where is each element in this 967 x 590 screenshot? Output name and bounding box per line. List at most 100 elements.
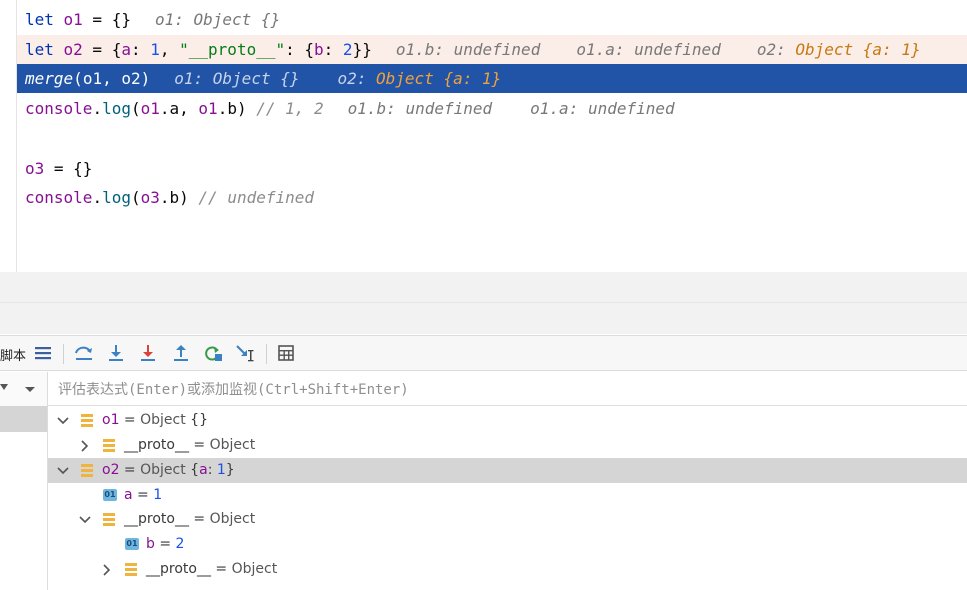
function-name: log	[102, 188, 131, 207]
inline-debug-hint-value: Object {a: 1}	[795, 40, 921, 59]
object-field-icon	[103, 513, 115, 526]
variable-name: __proto__ = Object	[124, 437, 256, 453]
chevron-right-icon[interactable]	[78, 433, 92, 458]
chevron-down-icon[interactable]	[56, 458, 70, 483]
code-text: .b)	[217, 99, 257, 118]
code-comment: // 1, 2	[256, 99, 324, 118]
inline-debug-hint: o1.a: undefined	[530, 99, 675, 118]
code-line-3-execution-point[interactable]: merge(o1, o2) o1: Object {} o2: Object {a:…	[17, 64, 967, 93]
object-field-icon	[125, 563, 137, 576]
code-text: (	[130, 99, 141, 118]
code-text: (	[73, 69, 83, 88]
chevron-down-icon[interactable]	[24, 386, 36, 394]
object-field-icon	[103, 439, 115, 452]
code-text: :	[323, 40, 343, 59]
inline-debug-hint: o2:	[337, 69, 377, 88]
variable-name: o1 = Object {}	[102, 412, 208, 428]
evaluate-expression-row: 评估表达式(Enter)或添加监视(Ctrl+Shift+Enter)	[0, 372, 967, 406]
inline-debug-hint: o1.b: undefined	[395, 40, 541, 59]
inline-debug-hint: o1: Object {}	[154, 10, 281, 29]
code-text: ,	[159, 40, 180, 59]
variable: console	[25, 188, 93, 207]
editor-bottom-area	[0, 272, 967, 334]
variable: o1	[140, 99, 160, 118]
tree-node-o2[interactable]: o2 = Object {a: 1}	[48, 458, 967, 483]
code-line-1[interactable]: let o1 = {} o1: Object {}	[17, 5, 967, 34]
restart-frame-icon[interactable]	[202, 342, 224, 364]
code-text: .b)	[159, 188, 199, 207]
list-icon[interactable]	[32, 342, 54, 364]
code-text: .	[92, 99, 103, 118]
code-text: (	[130, 188, 141, 207]
variable: o1	[63, 10, 83, 29]
keyword: let	[25, 10, 64, 29]
code-line-4[interactable]: console.log(o1.a, o1.b) // 1, 2 o1.b: und…	[17, 94, 967, 123]
variable-name: __proto__ = Object	[146, 561, 278, 577]
variable: o1	[198, 99, 218, 118]
step-out-icon[interactable]	[170, 342, 192, 364]
code-text: :	[130, 40, 151, 59]
code-text: = {}	[44, 159, 93, 178]
object-field-icon	[81, 414, 93, 427]
evaluate-expression-input[interactable]: 评估表达式(Enter)或添加监视(Ctrl+Shift+Enter)	[58, 379, 409, 399]
property: a	[121, 40, 131, 59]
evaluate-icon[interactable]	[275, 342, 297, 364]
code-line-2[interactable]: let o2 = {a: 1, "__proto__": {b: 2}} o1.b…	[17, 35, 967, 64]
code-text: }}	[352, 40, 372, 59]
inline-debug-hint: o1: Object {}	[174, 69, 300, 88]
step-over-icon[interactable]	[73, 342, 95, 364]
code-comment: // undefined	[198, 188, 315, 207]
keyword: let	[25, 40, 64, 59]
run-to-cursor-icon[interactable]	[235, 342, 257, 364]
code-text: = {	[82, 40, 122, 59]
variable-name: a = 1	[124, 487, 163, 503]
tree-node-o2-proto-b[interactable]: 01 b = 2	[48, 532, 967, 557]
chevron-right-icon[interactable]	[100, 557, 114, 582]
code-text: ,	[102, 69, 122, 88]
tree-node-o2-a[interactable]: 01 a = 1	[48, 483, 967, 508]
number: 2	[342, 40, 353, 59]
string: "__proto__"	[179, 40, 286, 59]
chevron-down-icon[interactable]	[78, 507, 92, 532]
filter-icon[interactable]	[0, 384, 8, 392]
selected-frame[interactable]	[0, 406, 47, 432]
toolbar-separator	[63, 344, 64, 364]
code-editor[interactable]: let o1 = {} o1: Object {} let o2 = {a: 1,…	[0, 0, 967, 272]
inline-debug-hint: o2:	[756, 40, 796, 59]
step-into-icon[interactable]	[105, 342, 127, 364]
variable: o2	[63, 40, 83, 59]
variable: o2	[121, 69, 141, 88]
toolbar-separator	[266, 344, 267, 364]
tree-node-o2-proto-proto[interactable]: __proto__ = Object	[48, 557, 967, 582]
code-text: )	[140, 69, 151, 88]
chevron-down-icon[interactable]	[56, 408, 70, 433]
frames-list[interactable]	[0, 406, 48, 590]
primitive-value-icon: 01	[103, 489, 117, 501]
variable-name: __proto__ = Object	[124, 511, 256, 527]
force-step-into-icon[interactable]	[137, 342, 159, 364]
function-name: merge	[25, 69, 74, 88]
variable: o3	[25, 159, 45, 178]
tree-node-o1-proto[interactable]: __proto__ = Object	[48, 433, 967, 458]
inline-debug-hint-value: Object {a: 1}	[376, 69, 502, 88]
object-field-icon	[81, 464, 93, 477]
code-text: .a,	[159, 99, 199, 118]
variable-name: b = 2	[146, 536, 185, 552]
inline-debug-hint: o1.b: undefined	[347, 99, 493, 118]
panel-splitter[interactable]	[0, 302, 967, 303]
code-text: .	[92, 188, 103, 207]
variable-name: o2 = Object {a: 1}	[102, 462, 235, 478]
number: 1	[150, 40, 160, 59]
tab-label-partial[interactable]: 脚本	[0, 345, 26, 364]
tree-node-o2-proto[interactable]: __proto__ = Object	[48, 507, 967, 532]
tree-node-o1[interactable]: o1 = Object {}	[48, 408, 967, 433]
variable: o3	[140, 188, 160, 207]
property: b	[314, 40, 324, 59]
variable: o1	[82, 69, 103, 88]
code-text: : {	[285, 40, 315, 59]
variables-tree[interactable]: o1 = Object {} __proto__ = Object o2 = O…	[48, 406, 967, 590]
code-text: = {}	[82, 10, 131, 29]
code-line-6[interactable]: o3 = {}	[17, 154, 967, 183]
code-line-7[interactable]: console.log(o3.b) // undefined	[17, 183, 967, 212]
primitive-value-icon: 01	[125, 538, 139, 550]
